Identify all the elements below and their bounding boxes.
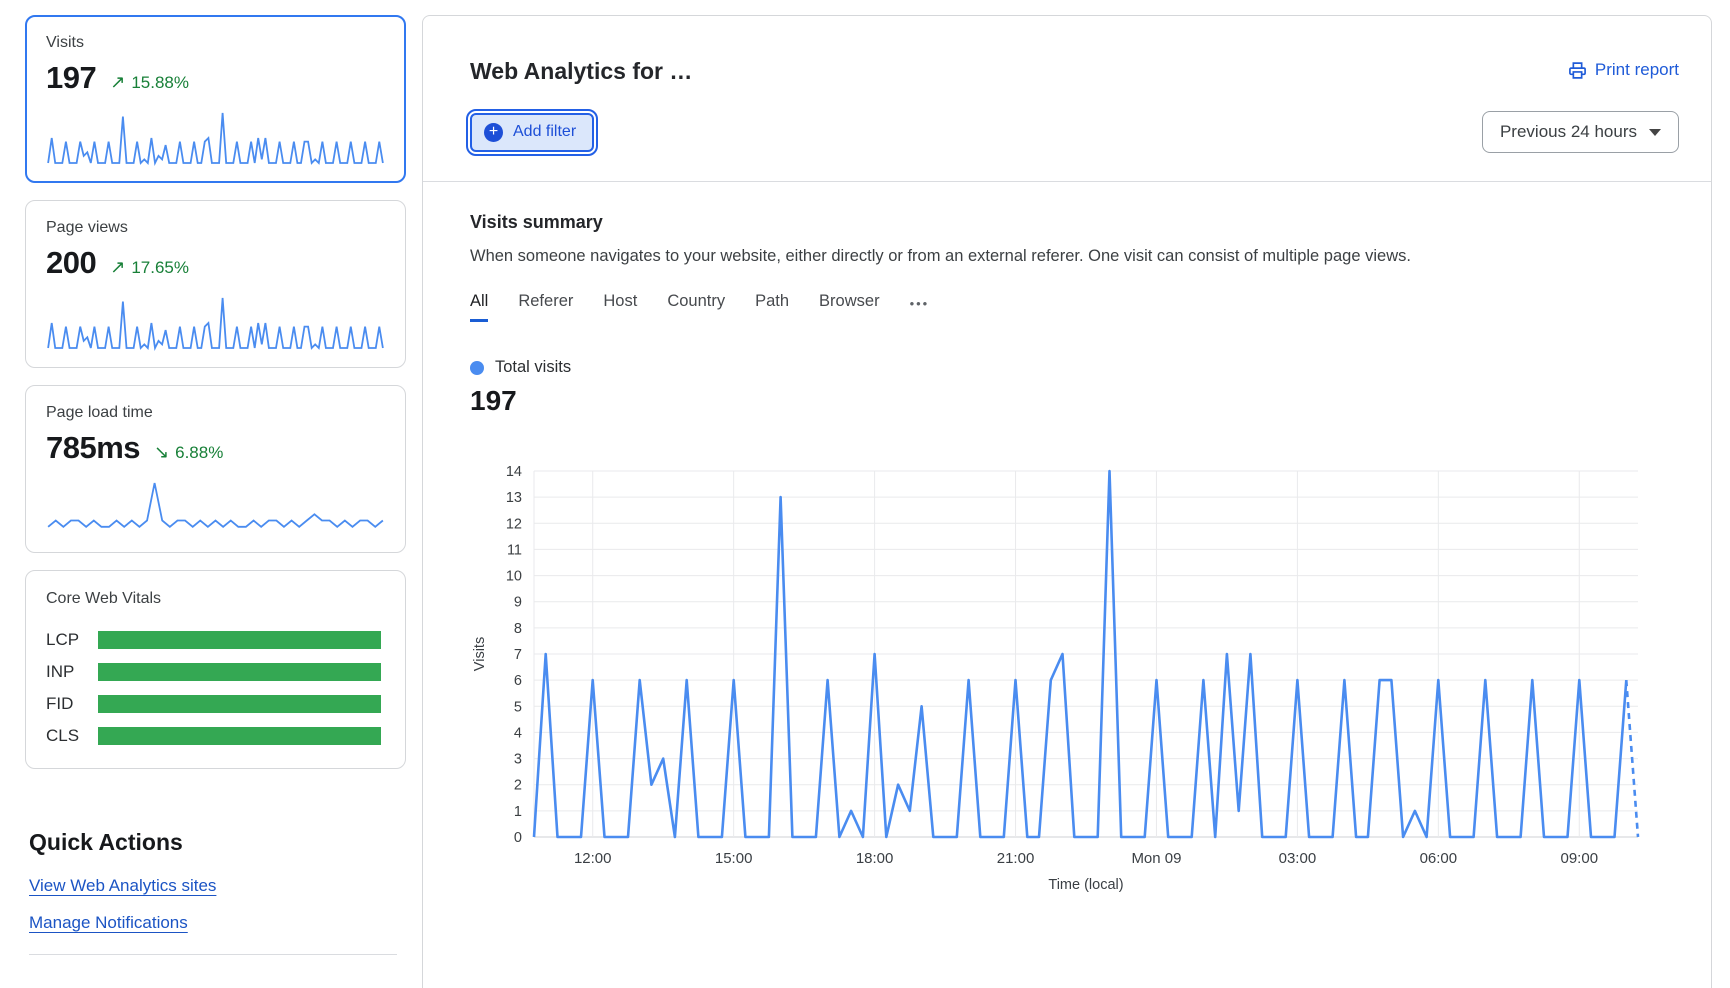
svg-text:0: 0 — [514, 830, 522, 846]
quick-actions-section: Quick Actions View Web Analytics sites M… — [25, 829, 406, 955]
sidebar-divider — [29, 954, 397, 955]
core-web-vitals-card[interactable]: Core Web Vitals LCP INP FID CLS — [25, 570, 406, 769]
analytics-header: Web Analytics for … Print report + A — [423, 16, 1711, 182]
vital-row-fid: FID — [46, 694, 381, 714]
vital-label-fid: FID — [46, 694, 98, 714]
page-views-card[interactable]: Page views 200 ↗ 17.65% — [25, 200, 406, 368]
svg-text:03:00: 03:00 — [1279, 850, 1317, 867]
dimension-tabs: All Referer Host Country Path Browser ••… — [470, 292, 1665, 322]
vital-row-inp: INP — [46, 662, 381, 682]
vital-row-cls: CLS — [46, 726, 381, 746]
page-load-time-value: 785ms — [46, 430, 140, 466]
tab-host[interactable]: Host — [603, 292, 637, 322]
svg-text:12: 12 — [506, 516, 522, 532]
page-title: Web Analytics for … — [470, 58, 692, 85]
tab-referer[interactable]: Referer — [518, 292, 573, 322]
chart-legend: Total visits — [470, 358, 1665, 377]
page-views-delta-pct: 17.65% — [131, 258, 189, 278]
print-report-label: Print report — [1595, 60, 1679, 80]
svg-text:15:00: 15:00 — [715, 850, 753, 867]
tab-browser[interactable]: Browser — [819, 292, 880, 322]
vital-label-inp: INP — [46, 662, 98, 682]
vital-bar-cls — [98, 727, 381, 745]
svg-text:7: 7 — [514, 647, 522, 663]
vital-row-lcp: LCP — [46, 630, 381, 650]
trend-up-icon: ↗ — [110, 72, 125, 93]
page-load-time-delta-pct: 6.88% — [175, 443, 223, 463]
page-views-card-label: Page views — [46, 219, 385, 237]
visits-summary-section: Visits summary When someone navigates to… — [423, 182, 1711, 896]
visits-card[interactable]: Visits 197 ↗ 15.88% — [25, 15, 406, 183]
page-load-time-sparkline — [46, 478, 385, 536]
add-filter-button[interactable]: + Add filter — [470, 113, 594, 152]
total-visits-number: 197 — [470, 385, 1665, 417]
trend-down-icon: ↘ — [154, 442, 169, 463]
add-filter-label: Add filter — [513, 123, 576, 141]
visits-summary-description: When someone navigates to your website, … — [470, 247, 1665, 266]
visits-value: 197 — [46, 60, 96, 96]
visits-card-label: Visits — [46, 34, 385, 52]
svg-text:11: 11 — [507, 542, 522, 558]
page-views-delta: ↗ 17.65% — [110, 257, 189, 278]
svg-text:6: 6 — [514, 673, 522, 689]
print-report-link[interactable]: Print report — [1568, 60, 1679, 80]
svg-text:9: 9 — [514, 595, 522, 611]
trend-up-icon: ↗ — [110, 257, 125, 278]
svg-text:4: 4 — [514, 725, 522, 741]
visits-sparkline — [46, 108, 385, 166]
page-load-time-delta: ↘ 6.88% — [154, 442, 223, 463]
core-web-vitals-title: Core Web Vitals — [46, 590, 381, 608]
svg-text:1: 1 — [514, 804, 522, 820]
svg-text:10: 10 — [506, 569, 522, 585]
vital-bar-lcp — [98, 631, 381, 649]
svg-text:3: 3 — [514, 752, 522, 768]
plus-circle-icon: + — [484, 123, 503, 142]
svg-text:8: 8 — [514, 621, 522, 637]
svg-text:Time (local): Time (local) — [1048, 877, 1123, 893]
chevron-down-icon — [1649, 129, 1661, 136]
time-range-value: Previous 24 hours — [1500, 122, 1637, 142]
more-tabs-ellipsis-icon[interactable]: ••• — [910, 296, 930, 319]
visits-delta-pct: 15.88% — [131, 73, 189, 93]
legend-label: Total visits — [495, 358, 571, 377]
web-analytics-page: Visits 197 ↗15.88% Page views 200 ↗17.65… — [0, 0, 1730, 988]
svg-text:14: 14 — [506, 464, 522, 480]
quick-actions-title: Quick Actions — [29, 829, 406, 856]
svg-text:21:00: 21:00 — [997, 850, 1035, 867]
visits-chart[interactable]: 0123456789101112131412:0015:0018:0021:00… — [470, 459, 1665, 896]
page-views-value: 200 — [46, 245, 96, 281]
page-views-sparkline — [46, 293, 385, 351]
vital-label-cls: CLS — [46, 726, 98, 746]
svg-text:2: 2 — [514, 778, 522, 794]
svg-text:18:00: 18:00 — [856, 850, 894, 867]
view-web-analytics-sites-link[interactable]: View Web Analytics sites — [29, 876, 216, 896]
svg-text:Visits: Visits — [472, 637, 488, 671]
svg-text:13: 13 — [506, 490, 522, 506]
tab-path[interactable]: Path — [755, 292, 789, 322]
svg-text:09:00: 09:00 — [1561, 850, 1599, 867]
page-load-time-value-row: 785ms ↘ 6.88% — [46, 430, 385, 466]
time-range-dropdown[interactable]: Previous 24 hours — [1482, 111, 1679, 153]
page-load-time-card[interactable]: Page load time 785ms ↘ 6.88% — [25, 385, 406, 553]
svg-text:5: 5 — [514, 699, 522, 715]
vital-bar-inp — [98, 663, 381, 681]
printer-icon — [1568, 61, 1587, 80]
svg-text:Mon 09: Mon 09 — [1131, 850, 1181, 867]
vital-label-lcp: LCP — [46, 630, 98, 650]
visits-delta: ↗ 15.88% — [110, 72, 189, 93]
visits-summary-title: Visits summary — [470, 212, 1665, 233]
svg-text:12:00: 12:00 — [574, 850, 612, 867]
page-views-value-row: 200 ↗ 17.65% — [46, 245, 385, 281]
vital-bar-fid — [98, 695, 381, 713]
visits-line-chart: 0123456789101112131412:0015:0018:0021:00… — [470, 459, 1656, 896]
metrics-sidebar: Visits 197 ↗ 15.88% Page views 200 ↗ 17.65… — [25, 15, 406, 988]
tab-country[interactable]: Country — [667, 292, 725, 322]
svg-text:06:00: 06:00 — [1420, 850, 1458, 867]
manage-notifications-link[interactable]: Manage Notifications — [29, 913, 188, 933]
page-load-time-card-label: Page load time — [46, 404, 385, 422]
tab-all[interactable]: All — [470, 292, 488, 322]
legend-dot-icon — [470, 361, 484, 375]
analytics-panel: Web Analytics for … Print report + A — [422, 15, 1712, 988]
visits-value-row: 197 ↗ 15.88% — [46, 60, 385, 96]
